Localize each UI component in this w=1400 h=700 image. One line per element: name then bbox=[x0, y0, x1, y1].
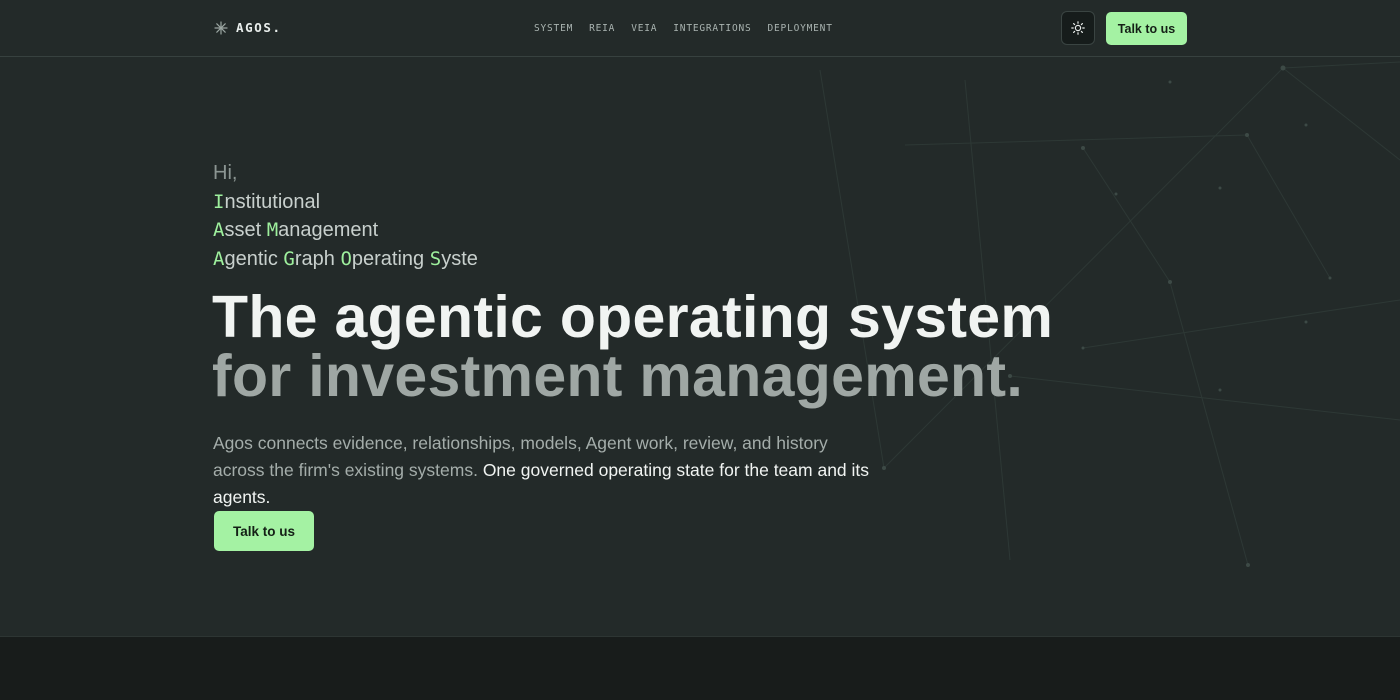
acronym-line-3: Agentic Graph Operating Syste bbox=[213, 245, 478, 274]
hero-talk-to-us-button[interactable]: Talk to us bbox=[214, 511, 314, 551]
site-header: AGOS. SYSTEM REIA VEIA INTEGRATIONS DEPL… bbox=[0, 0, 1400, 57]
acronym-line-2: Asset Management bbox=[213, 216, 478, 245]
acronym-word: perating bbox=[351, 247, 430, 270]
brand-name: AGOS. bbox=[236, 20, 282, 35]
next-section bbox=[0, 636, 1400, 700]
acronym-initial: M bbox=[266, 219, 279, 241]
acronym-initial: S bbox=[429, 247, 442, 270]
hero-greeting: Hi, Institutional Asset Management Agent… bbox=[213, 159, 478, 273]
sun-icon bbox=[1071, 21, 1085, 35]
theme-toggle-button[interactable] bbox=[1061, 11, 1095, 45]
greeting-hi: Hi, bbox=[213, 162, 238, 184]
acronym-initial: A bbox=[213, 219, 225, 241]
brand-logo[interactable]: AGOS. bbox=[214, 20, 282, 35]
acronym-initial: I bbox=[213, 190, 225, 213]
acronym-word: gentic bbox=[224, 247, 284, 270]
headline-line-2: for investment management. bbox=[212, 343, 1024, 409]
hero-description: Agos connects evidence, relationships, m… bbox=[213, 430, 873, 511]
acronym-initial: G bbox=[283, 247, 295, 270]
nav-item-reia[interactable]: REIA bbox=[589, 23, 615, 34]
asterisk-logo-icon bbox=[214, 20, 228, 35]
acronym-word: anagement bbox=[278, 219, 379, 241]
acronym-initial: A bbox=[213, 247, 225, 270]
hero-headline: The agentic operating system for investm… bbox=[212, 288, 1053, 406]
acronym-line-1: Institutional bbox=[213, 188, 478, 217]
acronym-word: raph bbox=[294, 247, 341, 270]
acronym-initial: O bbox=[340, 247, 352, 270]
nav-item-deployment[interactable]: DEPLOYMENT bbox=[768, 23, 833, 34]
nav-item-veia[interactable]: VEIA bbox=[631, 23, 657, 34]
headline-line-1: The agentic operating system bbox=[212, 284, 1054, 350]
acronym-word: sset bbox=[224, 219, 267, 241]
nav-item-system[interactable]: SYSTEM bbox=[534, 23, 573, 34]
main-nav: SYSTEM REIA VEIA INTEGRATIONS DEPLOYMENT bbox=[534, 23, 833, 34]
nav-item-integrations[interactable]: INTEGRATIONS bbox=[673, 23, 751, 34]
header-talk-to-us-button[interactable]: Talk to us bbox=[1106, 12, 1187, 45]
acronym-word: yste bbox=[441, 247, 478, 270]
landing-page: AGOS. SYSTEM REIA VEIA INTEGRATIONS DEPL… bbox=[0, 0, 1400, 700]
acronym-word: nstitutional bbox=[224, 190, 321, 213]
